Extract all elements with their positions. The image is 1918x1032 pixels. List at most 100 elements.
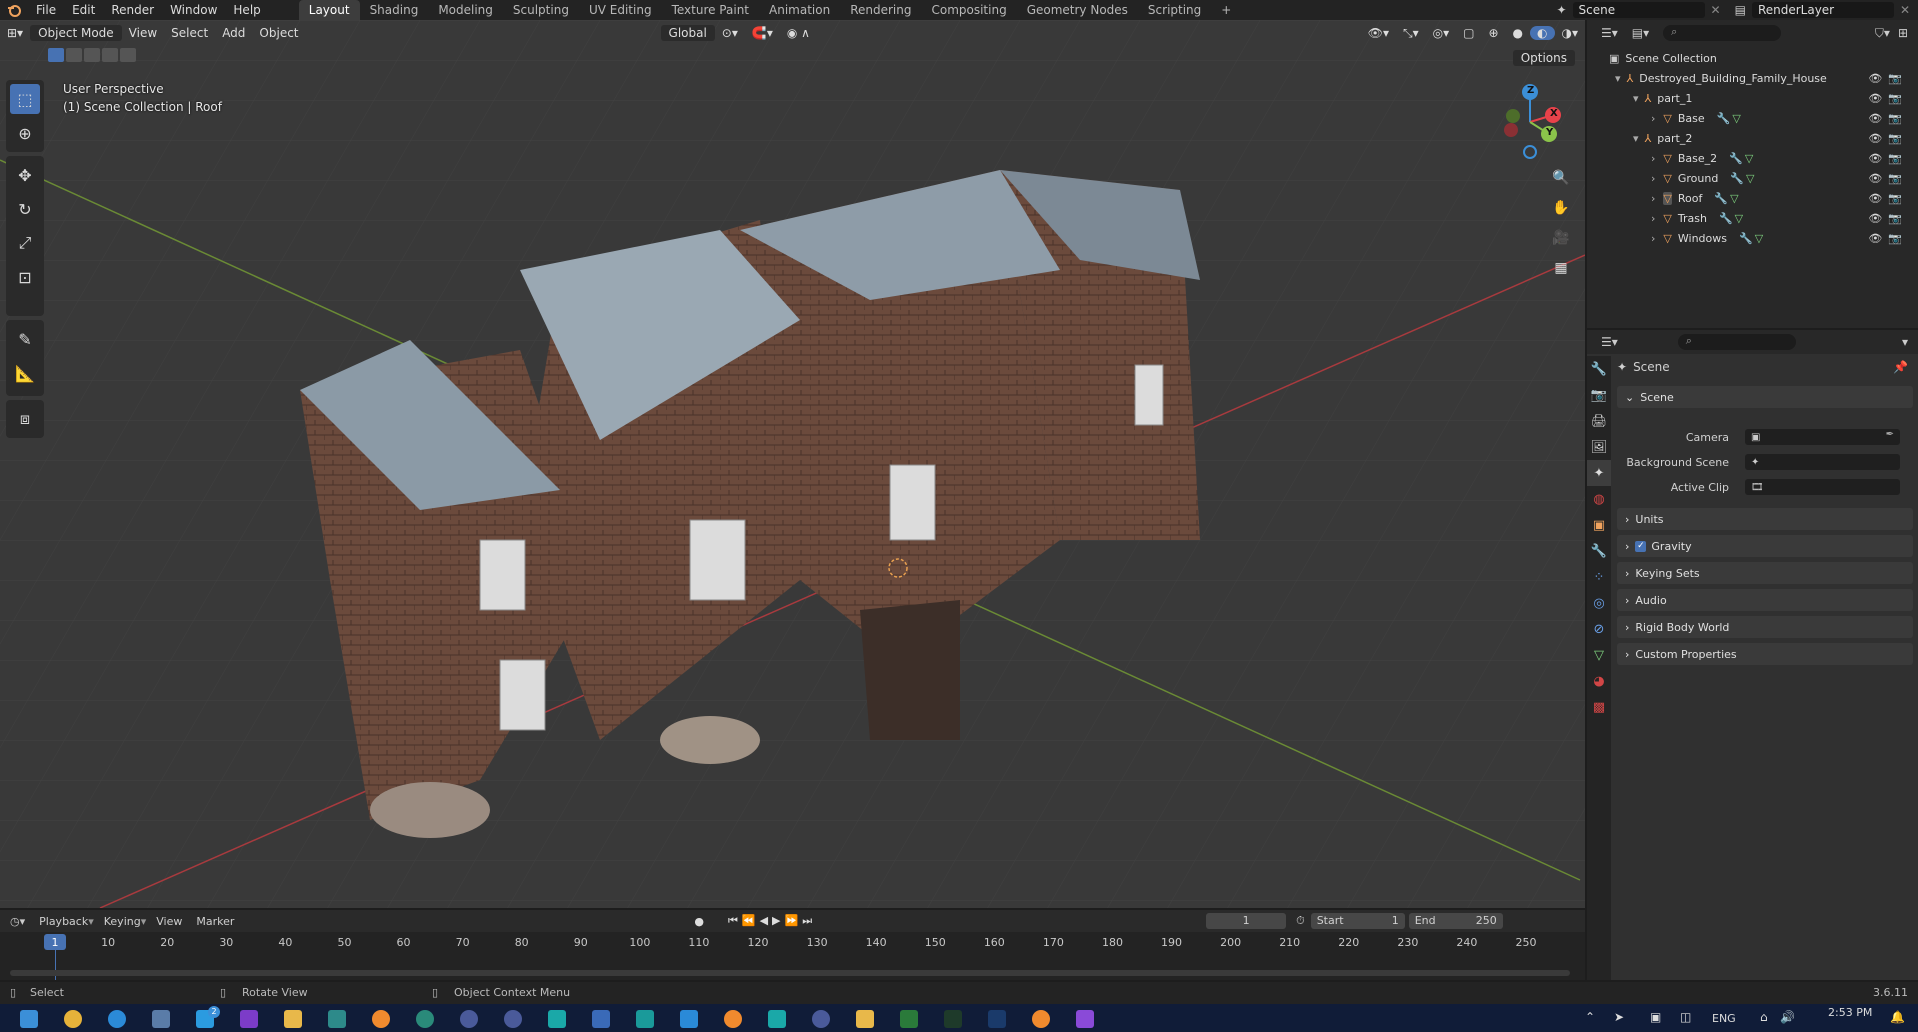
tab-shading[interactable]: Shading bbox=[360, 0, 429, 20]
expand-arrow-icon[interactable]: › bbox=[1651, 112, 1655, 125]
close-icon[interactable]: ✕ bbox=[1900, 3, 1910, 17]
expand-arrow-icon[interactable]: ▾ bbox=[1633, 132, 1639, 145]
visibility-icon[interactable]: 👁▾ bbox=[1361, 26, 1396, 40]
properties-editor-icon[interactable]: ☰▾ bbox=[1601, 335, 1618, 349]
tab-uv-editing[interactable]: UV Editing bbox=[579, 0, 662, 20]
particles-tab-icon[interactable]: ⁘ bbox=[1587, 564, 1611, 590]
panel-custom-properties[interactable]: › Custom Properties bbox=[1617, 643, 1913, 665]
visibility-render-icons[interactable]: 👁📷 bbox=[1868, 172, 1908, 185]
tray-chevron-icon[interactable]: ⌃ bbox=[1585, 1010, 1595, 1024]
app-icon[interactable] bbox=[680, 1010, 698, 1028]
overlay-toggle-icon[interactable]: ◎▾ bbox=[1426, 26, 1457, 40]
app-icon[interactable] bbox=[768, 1010, 786, 1028]
outliner-search-input[interactable]: ⌕ bbox=[1663, 25, 1782, 41]
timeline-view-menu[interactable]: View bbox=[156, 915, 182, 928]
physics-tab-icon[interactable]: ◎ bbox=[1587, 590, 1611, 616]
visibility-render-icons[interactable]: 👁📷 bbox=[1868, 92, 1908, 105]
texture-tab-icon[interactable]: ▩ bbox=[1587, 694, 1611, 720]
panel-scene[interactable]: ⌄ Scene bbox=[1617, 386, 1913, 408]
xray-icon[interactable]: ▢ bbox=[1456, 26, 1481, 40]
eyedropper-icon[interactable]: ✒ bbox=[1886, 429, 1894, 440]
chevron-down-icon[interactable]: ▾ bbox=[1902, 335, 1908, 349]
visibility-render-icons[interactable]: 👁📷 bbox=[1868, 72, 1908, 85]
select-extend-icon[interactable] bbox=[66, 48, 82, 62]
windows-start-icon[interactable] bbox=[20, 1010, 38, 1028]
timeline-editor-icon[interactable]: ◷▾ bbox=[10, 915, 25, 928]
filter-icon[interactable]: ⛉▾ bbox=[1875, 26, 1890, 41]
view-layer-tab-icon[interactable]: 🖼 bbox=[1587, 434, 1611, 460]
app-icon[interactable] bbox=[504, 1010, 522, 1028]
panel-units[interactable]: › Units bbox=[1617, 508, 1913, 530]
properties-search-input[interactable]: ⌕ bbox=[1677, 334, 1796, 350]
modifier-icon[interactable]: 🔧 bbox=[1730, 172, 1744, 185]
pivot-icon[interactable]: ⊙▾ bbox=[715, 26, 745, 40]
output-tab-icon[interactable]: 🖨 bbox=[1587, 408, 1611, 434]
tab-geometry-nodes[interactable]: Geometry Nodes bbox=[1017, 0, 1138, 20]
edge-icon[interactable] bbox=[108, 1010, 126, 1028]
app-icon[interactable] bbox=[592, 1010, 610, 1028]
renderlayer-icon[interactable]: ▤ bbox=[1735, 3, 1746, 17]
measure-icon[interactable]: 📐 bbox=[10, 358, 40, 388]
modifier-icon[interactable]: 🔧 bbox=[1729, 152, 1743, 165]
background-scene-field[interactable]: ✦ bbox=[1745, 454, 1900, 470]
visibility-render-icons[interactable]: 👁📷 bbox=[1868, 152, 1908, 165]
display-mode-icon[interactable]: ▤▾ bbox=[1632, 26, 1649, 40]
mesh-data-icon[interactable]: ▽ bbox=[1735, 212, 1743, 225]
painter-icon[interactable] bbox=[900, 1010, 918, 1028]
modifier-icon[interactable]: 🔧 bbox=[1717, 112, 1731, 125]
mesh-data-icon[interactable]: ▽ bbox=[1745, 152, 1753, 165]
editor-type-icon[interactable]: ⊞▾ bbox=[0, 26, 30, 40]
zoom-icon[interactable]: 🔍 bbox=[1548, 165, 1574, 191]
ortho-grid-icon[interactable]: ▦ bbox=[1548, 255, 1574, 281]
mesh-data-icon[interactable]: ▽ bbox=[1732, 112, 1740, 125]
language-indicator[interactable]: ENG bbox=[1712, 1012, 1736, 1025]
gizmo-toggle-icon[interactable]: ⤡▾ bbox=[1396, 26, 1426, 41]
scene-icon[interactable]: ✦ bbox=[1556, 3, 1566, 17]
camera-field[interactable]: ▣ ✒ bbox=[1745, 429, 1900, 445]
menu-select[interactable]: Select bbox=[164, 26, 215, 40]
menu-render[interactable]: Render bbox=[103, 0, 162, 20]
data-tab-icon[interactable]: ▽ bbox=[1587, 642, 1611, 668]
menu-object[interactable]: Object bbox=[252, 26, 305, 40]
move-icon[interactable]: ✥ bbox=[10, 160, 40, 190]
network-icon[interactable]: ⌂ bbox=[1760, 1010, 1768, 1024]
constraints-tab-icon[interactable]: ⊘ bbox=[1587, 616, 1611, 642]
calculator-icon[interactable] bbox=[152, 1010, 170, 1028]
transform-icon[interactable]: ⊡ bbox=[10, 262, 40, 292]
tab-modeling[interactable]: Modeling bbox=[428, 0, 503, 20]
tab-layout[interactable]: Layout bbox=[298, 0, 360, 20]
select-intersect-icon[interactable] bbox=[120, 48, 136, 62]
add-cube-icon[interactable]: ⧈ bbox=[10, 404, 40, 434]
terminal-icon[interactable] bbox=[328, 1010, 346, 1028]
mesh-data-icon[interactable]: ▽ bbox=[1755, 232, 1763, 245]
tab-animation[interactable]: Animation bbox=[759, 0, 840, 20]
new-collection-icon[interactable]: ⊞ bbox=[1898, 26, 1908, 40]
telegram-tray-icon[interactable]: ➤ bbox=[1614, 1010, 1624, 1024]
designer-icon[interactable] bbox=[944, 1010, 962, 1028]
chrome-icon[interactable] bbox=[64, 1010, 82, 1028]
expand-arrow-icon[interactable]: › bbox=[1651, 212, 1655, 225]
menu-help[interactable]: Help bbox=[225, 0, 268, 20]
visibility-render-icons[interactable]: 👁📷 bbox=[1868, 212, 1908, 225]
scale-icon[interactable]: ⤢ bbox=[10, 228, 40, 258]
shading-rendered-icon[interactable]: ◑▾ bbox=[1555, 26, 1586, 40]
file-explorer-icon[interactable] bbox=[284, 1010, 302, 1028]
menu-file[interactable]: File bbox=[28, 0, 64, 20]
menu-view[interactable]: View bbox=[122, 26, 164, 40]
clock-time[interactable]: 2:53 PM bbox=[1828, 1006, 1872, 1019]
app-icon[interactable] bbox=[416, 1010, 434, 1028]
material-tab-icon[interactable]: ◕ bbox=[1587, 668, 1611, 694]
modifier-tab-icon[interactable]: 🔧 bbox=[1587, 538, 1611, 564]
outliner-row-part1[interactable]: ▾ ⅄ part_1 👁📷 bbox=[1587, 88, 1918, 108]
3d-viewport[interactable]: ⊞▾ Object Mode View Select Add Object Gl… bbox=[0, 20, 1585, 908]
modifier-icon[interactable]: 🔧 bbox=[1719, 212, 1733, 225]
app-icon[interactable] bbox=[636, 1010, 654, 1028]
expand-arrow-icon[interactable]: › bbox=[1651, 172, 1655, 185]
python-icon[interactable] bbox=[856, 1010, 874, 1028]
keying-menu[interactable]: Keying bbox=[104, 915, 141, 928]
marker-menu[interactable]: Marker bbox=[196, 915, 234, 928]
visibility-render-icons[interactable]: 👁📷 bbox=[1868, 192, 1908, 205]
visibility-render-icons[interactable]: 👁📷 bbox=[1868, 112, 1908, 125]
playback-controls[interactable]: ⏮⏪◀▶⏩⏭ bbox=[728, 914, 816, 928]
timeline-scrollbar[interactable] bbox=[10, 970, 1570, 976]
